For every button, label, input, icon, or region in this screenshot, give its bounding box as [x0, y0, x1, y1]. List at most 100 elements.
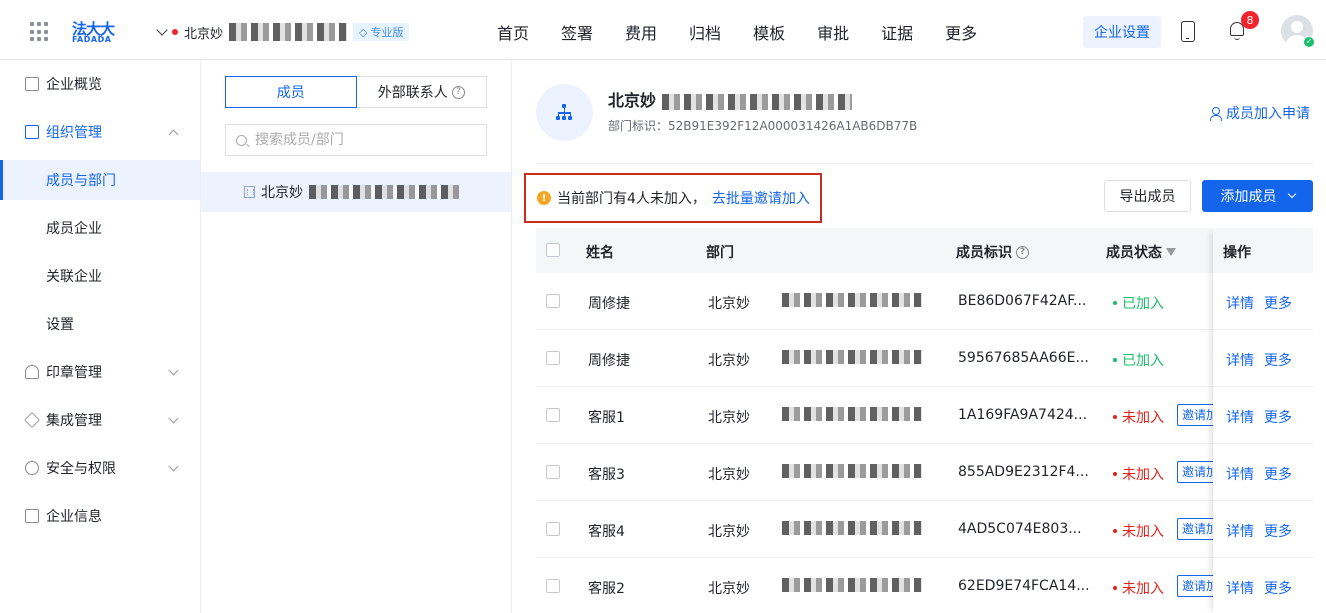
nav-template[interactable]: 模板 [753, 20, 785, 44]
search-input[interactable] [255, 132, 475, 148]
more-link[interactable]: 更多 [1264, 464, 1292, 484]
status-dot [172, 29, 178, 35]
detail-link[interactable]: 详情 [1226, 293, 1254, 313]
more-link[interactable]: 更多 [1264, 293, 1292, 313]
sidebar-item-related-companies[interactable]: 关联企业 [0, 256, 200, 296]
row-checkbox[interactable] [546, 522, 560, 536]
edition-badge: ◇ 专业版 [353, 23, 410, 41]
detail-link[interactable]: 详情 [1226, 578, 1254, 598]
nav-archive[interactable]: 归档 [689, 20, 721, 44]
logo-subtext: FADADA [72, 35, 112, 44]
app-grid-icon[interactable] [30, 22, 50, 42]
nav-billing[interactable]: 费用 [625, 20, 657, 44]
cell-member-id: 4AD5C074E803... [958, 521, 1082, 537]
col-member-id-label: 成员标识 [956, 245, 1012, 261]
detail-link[interactable]: 详情 [1226, 521, 1254, 541]
row-checkbox[interactable] [546, 294, 560, 308]
status-label: 已加入 [1122, 353, 1164, 369]
enterprise-settings-button[interactable]: 企业设置 [1083, 16, 1161, 48]
invite-button[interactable]: 邀请加入 [1177, 575, 1217, 597]
sidebar-item-label: 成员企业 [46, 221, 102, 237]
notification-badge: 8 [1241, 11, 1259, 29]
mobile-icon[interactable] [1181, 21, 1195, 42]
more-link[interactable]: 更多 [1264, 407, 1292, 427]
sidebar-item-settings[interactable]: 设置 [0, 304, 200, 344]
export-members-button[interactable]: 导出成员 [1104, 180, 1191, 212]
row-checkbox[interactable] [546, 579, 560, 593]
sidebar-item-member-companies[interactable]: 成员企业 [0, 208, 200, 248]
department-id: 部门标识：52B91E392F12A000031426A1AB6DB77B [608, 117, 917, 134]
company-name: 北京妙 [184, 26, 224, 42]
redacted-text [309, 185, 459, 199]
row-actions: 详情 更多 [1213, 330, 1313, 387]
batch-invite-link[interactable]: 去批量邀请加入 [712, 188, 810, 208]
sidebar-item-label: 成员与部门 [46, 173, 116, 189]
tab-external-contacts[interactable]: 外部联系人 ? [356, 76, 487, 108]
cell-member-id: BE86D067F42AF... [958, 293, 1087, 309]
add-member-label: 添加成员 [1220, 189, 1277, 205]
sidebar-item-label: 关联企业 [46, 269, 102, 285]
select-all-checkbox[interactable] [546, 243, 560, 257]
help-icon[interactable]: ? [451, 85, 465, 99]
sidebar-item-integration[interactable]: 集成管理 [0, 400, 200, 440]
status-badge: 未加入 [1113, 407, 1164, 427]
department-avatar [536, 84, 593, 141]
tab-members[interactable]: 成员 [225, 76, 357, 108]
help-icon[interactable]: ? [1016, 245, 1029, 259]
dept-tree-node[interactable]: 北京妙 [201, 172, 511, 212]
filter-icon[interactable] [1166, 248, 1176, 256]
row-checkbox[interactable] [546, 351, 560, 365]
invite-button[interactable]: 邀请加入 [1177, 461, 1217, 483]
detail-link[interactable]: 详情 [1226, 407, 1254, 427]
main-content: 北京妙 部门标识：52B91E392F12A000031426A1AB6DB77… [512, 60, 1326, 613]
sidebar-item-overview[interactable]: 企业概览 [0, 64, 200, 104]
cell-dept: 北京妙 [708, 353, 750, 369]
nav-more[interactable]: 更多 [945, 20, 977, 44]
invite-button[interactable]: 邀请加入 [1177, 518, 1217, 540]
row-actions: 详情 更多 [1213, 444, 1313, 501]
col-name-header: 姓名 [586, 245, 614, 261]
sidebar-item-members-depts[interactable]: 成员与部门 [0, 160, 200, 200]
cell-name: 客服4 [588, 524, 625, 540]
fadada-logo[interactable]: 法大大 FADADA [72, 18, 122, 46]
more-link[interactable]: 更多 [1264, 521, 1292, 541]
more-link[interactable]: 更多 [1264, 350, 1292, 370]
nav-home[interactable]: 首页 [497, 20, 529, 44]
sidebar-item-org[interactable]: 组织管理 [0, 112, 200, 152]
sidebar-item-company-info[interactable]: 企业信息 [0, 496, 200, 536]
col-status-header: 成员状态 [1106, 242, 1176, 262]
department-title-text: 北京妙 [608, 91, 657, 110]
sidebar-item-label: 安全与权限 [46, 461, 116, 477]
nav-evidence[interactable]: 证据 [881, 20, 913, 44]
main-nav: 首页 签署 费用 归档 模板 审批 证据 更多 [497, 20, 977, 44]
row-checkbox[interactable] [546, 408, 560, 422]
cell-name: 客服3 [588, 467, 625, 483]
sidebar-item-label: 设置 [46, 317, 74, 333]
company-switcher[interactable]: 北京妙 ◇ 专业版 [156, 22, 410, 42]
tab-label: 外部联系人 [377, 85, 448, 101]
cell-member-id: 1A169FA9A7424... [958, 407, 1088, 423]
table-row: 客服1 北京妙 1A169FA9A7424... 未加入 邀请加入 [536, 387, 1313, 444]
row-checkbox[interactable] [546, 465, 560, 479]
redacted-text [782, 349, 932, 365]
nav-approval[interactable]: 审批 [817, 20, 849, 44]
add-member-button[interactable]: 添加成员 [1202, 180, 1313, 212]
detail-link[interactable]: 详情 [1226, 464, 1254, 484]
detail-link[interactable]: 详情 [1226, 350, 1254, 370]
row-actions: 详情 更多 [1213, 387, 1313, 444]
cell-dept: 北京妙 [708, 524, 750, 540]
status-badge: 已加入 [1113, 293, 1164, 313]
more-link[interactable]: 更多 [1264, 578, 1292, 598]
building-icon [25, 509, 39, 523]
sidebar: 企业概览 组织管理 成员与部门 成员企业 关联企业 设置 印章管理 集成管理 安… [0, 60, 201, 613]
sidebar-item-label: 集成管理 [46, 413, 102, 429]
invite-button[interactable]: 邀请加入 [1177, 404, 1217, 426]
cell-member-id: 59567685AA66E... [958, 350, 1089, 366]
cell-name: 客服1 [588, 410, 625, 426]
nav-sign[interactable]: 签署 [561, 20, 593, 44]
sidebar-item-seals[interactable]: 印章管理 [0, 352, 200, 392]
sidebar-item-security[interactable]: 安全与权限 [0, 448, 200, 488]
member-join-request-link[interactable]: 成员加入申请 [1210, 103, 1310, 123]
table-row: 周修捷 北京妙 59567685AA66E... 已加入 [536, 330, 1313, 387]
edition-badge-label: 专业版 [370, 26, 404, 39]
